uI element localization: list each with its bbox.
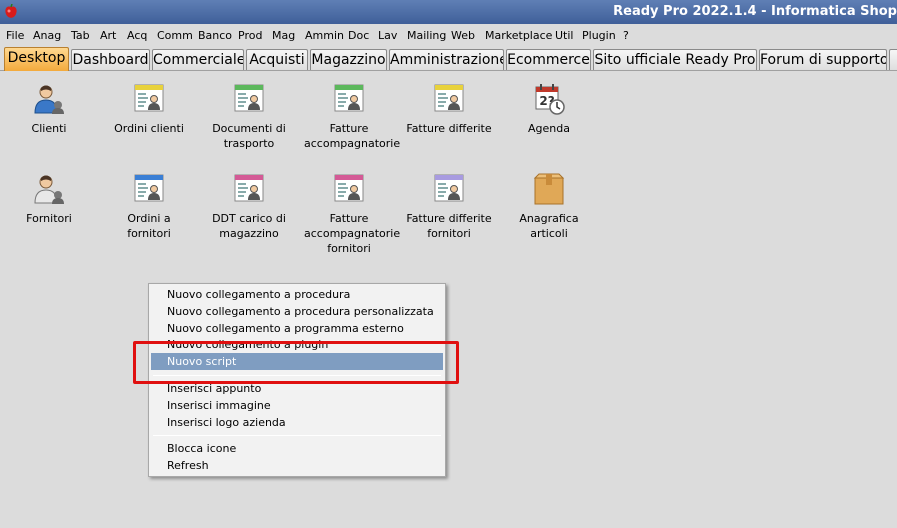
desktop-icon-label: Documenti di trasporto	[212, 122, 286, 150]
tab-dashboard[interactable]: Dashboard	[71, 49, 150, 70]
tab-overflow[interactable]	[889, 49, 897, 70]
desktop-icon-label: Fatture differite fornitori	[406, 212, 492, 240]
title-bar: Ready Pro 2022.1.4 - Informatica Shop	[0, 0, 897, 24]
menu-separator	[153, 435, 441, 436]
menu-mailing[interactable]: Mailing	[407, 29, 446, 42]
doc-yellow-icon	[433, 83, 465, 115]
desktop-icon-label: DDT carico di magazzino	[212, 212, 286, 240]
tab-forum[interactable]: Forum di supporto	[759, 49, 887, 70]
menu-item-nuovo-collegamento-procedura[interactable]: Nuovo collegamento a procedura	[167, 286, 350, 303]
menu-bar: File Anag Tab Art Acq Comm Banco Prod Ma…	[0, 26, 897, 44]
desktop-icon-fatture-accompagnatorie[interactable]: Fatture accompagnatorie	[304, 83, 401, 151]
calendar-icon: 2?	[533, 83, 565, 115]
customer-icon	[33, 83, 65, 115]
menu-item-inserisci-immagine[interactable]: Inserisci immagine	[167, 397, 271, 414]
doc-pink-icon	[233, 173, 265, 205]
desktop-icon-label: Clienti	[31, 122, 67, 135]
menu-web[interactable]: Web	[451, 29, 475, 42]
app-logo-icon	[5, 4, 17, 18]
doc-lilac-icon	[433, 173, 465, 205]
desktop-icon-clienti[interactable]: Clienti	[4, 83, 94, 136]
tab-bar: Desktop Dashboard Commerciale Acquisti M…	[0, 47, 897, 71]
tab-magazzino[interactable]: Magazzino	[310, 49, 387, 70]
desktop-icon-documenti-trasporto[interactable]: Documenti di trasporto	[204, 83, 294, 151]
menu-lav[interactable]: Lav	[378, 29, 397, 42]
menu-plugin[interactable]: Plugin	[582, 29, 616, 42]
desktop-icon-label: Ordini a fornitori	[127, 212, 171, 240]
menu-banco[interactable]: Banco	[198, 29, 232, 42]
menu-item-blocca-icone[interactable]: Blocca icone	[167, 440, 236, 457]
doc-green-icon	[333, 83, 365, 115]
desktop-icon-fatture-differite-fornitori[interactable]: Fatture differite fornitori	[404, 173, 494, 241]
menu-item-nuovo-collegamento-procedura-personalizzata[interactable]: Nuovo collegamento a procedura personali…	[167, 303, 434, 320]
desktop-icon-fatture-accompagnatorie-fornitori[interactable]: Fatture accompagnatorie fornitori	[304, 173, 401, 256]
desktop-icon-fatture-differite[interactable]: Fatture differite	[404, 83, 494, 136]
desktop-icon-ddt-carico[interactable]: DDT carico di magazzino	[204, 173, 294, 241]
menu-item-inserisci-logo-azienda[interactable]: Inserisci logo azienda	[167, 414, 286, 431]
tab-acquisti[interactable]: Acquisti	[246, 49, 308, 70]
menu-acq[interactable]: Acq	[127, 29, 147, 42]
doc-yellow-icon	[133, 83, 165, 115]
menu-marketplace[interactable]: Marketplace	[485, 29, 552, 42]
menu-ammin[interactable]: Ammin	[305, 29, 344, 42]
desktop-icon-label: Ordini clienti	[114, 122, 184, 135]
desktop-icon-label: Anagrafica articoli	[519, 212, 579, 240]
menu-util[interactable]: Util	[555, 29, 573, 42]
desktop-icon-ordini-clienti[interactable]: Ordini clienti	[104, 83, 194, 136]
desktop-icon-ordini-fornitori[interactable]: Ordini a fornitori	[104, 173, 194, 241]
desktop-icon-label: Fornitori	[26, 212, 72, 225]
desktop-icon-agenda[interactable]: 2? Agenda	[504, 83, 594, 136]
desktop-icon-label: Fatture differite	[406, 122, 492, 135]
desktop-icon-anagrafica-articoli[interactable]: Anagrafica articoli	[504, 173, 594, 241]
menu-comm[interactable]: Comm	[157, 29, 193, 42]
menu-item-refresh[interactable]: Refresh	[167, 457, 209, 474]
box-icon	[533, 173, 565, 205]
menu-anag[interactable]: Anag	[33, 29, 61, 42]
desktop-icon-label: Agenda	[528, 122, 570, 135]
menu-prod[interactable]: Prod	[238, 29, 262, 42]
menu-file[interactable]: File	[6, 29, 24, 42]
menu-tab[interactable]: Tab	[71, 29, 90, 42]
tab-desktop[interactable]: Desktop	[4, 47, 69, 71]
tab-amministrazione[interactable]: Amministrazione	[389, 49, 504, 70]
desktop-icon-fornitori[interactable]: Fornitori	[4, 173, 94, 226]
supplier-icon	[33, 173, 65, 205]
menu-doc[interactable]: Doc	[348, 29, 369, 42]
window-title: Ready Pro 2022.1.4 - Informatica Shop	[613, 4, 897, 19]
tab-sito-ufficiale[interactable]: Sito ufficiale Ready Pro	[593, 49, 757, 70]
desktop-icon-label: Fatture accompagnatorie	[304, 122, 401, 150]
menu-art[interactable]: Art	[100, 29, 116, 42]
tab-ecommerce[interactable]: Ecommerce	[506, 49, 591, 70]
menu-item-nuovo-collegamento-programma-esterno[interactable]: Nuovo collegamento a programma esterno	[167, 320, 404, 337]
tab-commerciale[interactable]: Commerciale	[152, 49, 244, 70]
desktop-icon-label: Fatture accompagnatorie fornitori	[304, 212, 401, 255]
menu-help[interactable]: ?	[623, 29, 629, 42]
highlight-box	[133, 341, 459, 384]
menu-mag[interactable]: Mag	[272, 29, 295, 42]
doc-blue-icon	[133, 173, 165, 205]
doc-green-icon	[233, 83, 265, 115]
doc-pink-icon	[333, 173, 365, 205]
